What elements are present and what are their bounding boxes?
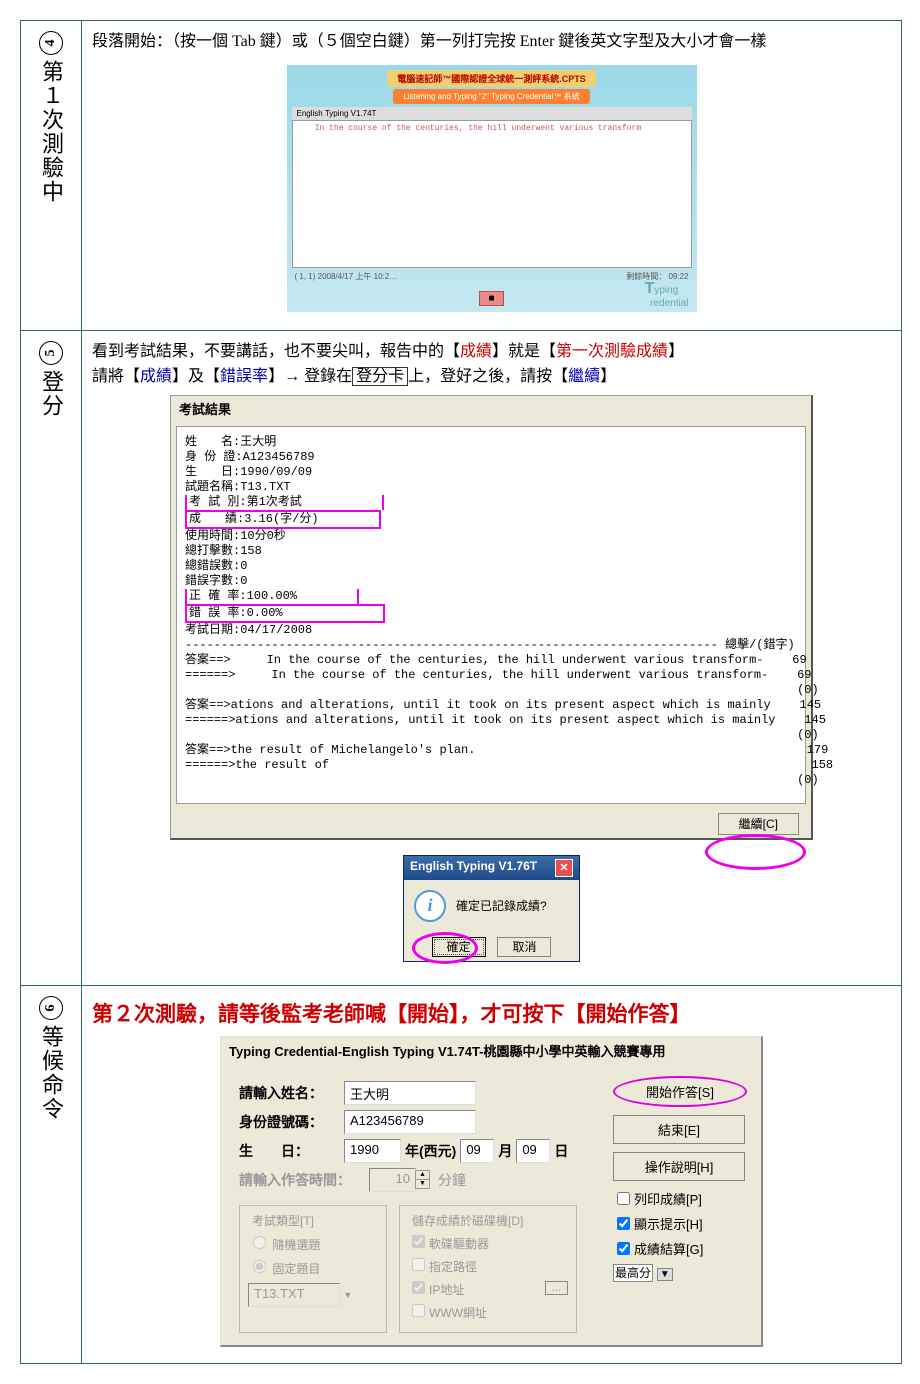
calc-checkbox[interactable] [617, 1242, 630, 1255]
close-icon[interactable]: ✕ [555, 859, 573, 877]
fixed-label: 固定題目 [272, 1262, 320, 1276]
typing-version-bar: English Typing V1.74T [292, 107, 692, 120]
result-time: 使用時間:10分0秒 [185, 529, 797, 544]
ok-button[interactable]: 確定 [432, 937, 486, 957]
floppy-checkbox [412, 1235, 425, 1248]
step5-line1: 看到考試結果，不要講話，也不要尖叫，報告中的【成績】就是【第一次測驗成績】 [92, 339, 891, 365]
result-hits: 總打擊數:158 [185, 544, 797, 559]
result-inp-2: ======>ations and alterations, until it … [185, 713, 797, 728]
step-number-5: 5 [39, 341, 63, 365]
result-err-3: (0) [185, 773, 797, 788]
print-label: 列印成績[P] [634, 1189, 702, 1208]
time-input: 10 [369, 1168, 416, 1192]
day-text: 日 [554, 1141, 568, 1161]
time-label: 請輸入作答時間： [239, 1170, 369, 1190]
result-title: 考試結果 [171, 396, 811, 421]
typing-header-2: Listening and Typing "2" Typing Credenti… [393, 89, 589, 104]
file-input: T13.TXT [248, 1283, 340, 1307]
minute-text: 分鐘 [438, 1170, 466, 1190]
calc-label: 成績結算[G] [634, 1239, 703, 1258]
hint-label: 顯示提示[H] [634, 1214, 703, 1233]
dialog-title: English Typing V1.76T [410, 859, 537, 877]
step4-instruction: 段落開始：（按一個 Tab 鍵）或（５個空白鍵）第一列打完按 Enter 鍵後英… [92, 29, 891, 55]
time-spinner[interactable]: ▲▼ [415, 1170, 430, 1189]
random-label: 隨機選題 [272, 1238, 320, 1252]
result-errchars: 錯誤字數:0 [185, 574, 797, 589]
typing-stop-button[interactable]: ■ [479, 291, 503, 306]
floppy-label: 軟碟驅動器 [429, 1237, 489, 1251]
result-id: 身 份 證:A123456789 [185, 450, 797, 465]
www-checkbox [412, 1304, 425, 1317]
result-inp-1: ======> In the course of the centuries, … [185, 668, 797, 683]
confirm-dialog: English Typing V1.76T ✕ i 確定已記錄成績? 確定 取消 [403, 855, 580, 962]
step-title-6: 等候命令 [35, 1025, 67, 1121]
name-input[interactable]: 王大明 [344, 1081, 476, 1105]
typing-status-left: ( 1, 1) 2008/4/17 上午 10:2… [295, 271, 398, 282]
result-err-2: (0) [185, 728, 797, 743]
print-checkbox[interactable] [617, 1192, 630, 1205]
day-input[interactable]: 09 [516, 1139, 550, 1163]
end-button[interactable]: 結束[E] [613, 1115, 745, 1144]
result-window: 考試結果 姓 名:王大明 身 份 證:A123456789 生 日:1990/0… [170, 395, 813, 840]
ip-checkbox [412, 1281, 425, 1294]
result-type: 考 試 別:第1次考試 [185, 495, 797, 510]
main-window: Typing Credential-English Typing V1.74T-… [220, 1036, 763, 1347]
start-button[interactable]: 開始作答[S] [613, 1076, 747, 1107]
www-label: WWW網址 [429, 1306, 487, 1320]
result-name: 姓 名:王大明 [185, 435, 797, 450]
month-input[interactable]: 09 [460, 1139, 494, 1163]
dialog-message: 確定已記錄成績? [456, 897, 547, 914]
result-ans-2: 答案==>ations and alterations, until it to… [185, 698, 797, 713]
dropdown-icon[interactable]: ▼ [657, 1268, 673, 1281]
result-score: 成 績:3.16(字/分) [185, 510, 797, 529]
step-title-4: 第１次測驗中 [35, 60, 67, 204]
step5-line2: 請將【成績】及【錯誤率】→ 登錄在登分卡上，登好之後，請按【繼續】 [92, 364, 891, 390]
result-ans-1: 答案==> In the course of the centuries, th… [185, 653, 797, 668]
year-input[interactable]: 1990 [344, 1139, 401, 1163]
step6-heading: 第２次測驗，請等後監考老師喊【開始】，才可按下【開始作答】 [92, 998, 891, 1028]
score-select[interactable]: 最高分 [613, 1264, 653, 1282]
typing-textarea[interactable]: In the course of the centuries, the hill… [292, 120, 692, 268]
exam-type-label: 考試類型[T] [248, 1212, 318, 1229]
random-radio [253, 1236, 266, 1249]
result-ans-3: 答案==>the result of Michelangelo's plan. … [185, 743, 797, 758]
result-errors: 總錯誤數:0 [185, 559, 797, 574]
typing-window: 電腦速記師™國際認證全球統一測評系統.CPTS Listening and Ty… [287, 65, 697, 312]
result-err-1: (0) [185, 683, 797, 698]
path-label: 指定路徑 [429, 1260, 477, 1274]
result-file: 試題名稱:T13.TXT [185, 480, 797, 495]
cancel-button[interactable]: 取消 [497, 937, 551, 957]
name-label: 請輸入姓名： [239, 1083, 344, 1103]
bday-label: 生 日： [239, 1141, 344, 1161]
help-button[interactable]: 操作說明[H] [613, 1152, 745, 1181]
fixed-radio [253, 1260, 266, 1273]
step-number-6: 6 [39, 996, 63, 1020]
result-date: 考試日期:04/17/2008 [185, 623, 797, 638]
step-number-4: 4 [39, 31, 63, 55]
ip-browse-button[interactable]: ... [545, 1281, 568, 1295]
info-icon: i [414, 890, 446, 922]
result-errrate: 錯 誤 率:0.00% [185, 604, 797, 623]
main-window-title: Typing Credential-English Typing V1.74T-… [221, 1037, 761, 1064]
id-input[interactable]: A123456789 [344, 1110, 476, 1134]
year-text: 年(西元) [405, 1141, 456, 1161]
id-label: 身份證號碼： [239, 1112, 344, 1132]
result-bday: 生 日:1990/09/09 [185, 465, 797, 480]
path-checkbox [412, 1258, 425, 1271]
typing-logo: Typing redential [645, 280, 689, 309]
hint-checkbox[interactable] [617, 1217, 630, 1230]
result-correct: 正 確 率:100.00% [185, 589, 797, 604]
result-divider: ----------------------------------------… [185, 638, 797, 653]
ip-label: IP地址 [429, 1283, 464, 1297]
month-text: 月 [498, 1141, 512, 1161]
result-inp-3: ======>the result of 158 [185, 758, 797, 773]
highlight-oval-continue [705, 834, 806, 870]
continue-button[interactable]: 繼續[C] [718, 813, 799, 835]
typing-header-1: 電腦速記師™國際認證全球統一測評系統.CPTS [387, 70, 596, 87]
save-disk-label: 儲存成績於磁碟機[D] [408, 1212, 527, 1229]
step-title-5: 登分 [35, 370, 67, 418]
